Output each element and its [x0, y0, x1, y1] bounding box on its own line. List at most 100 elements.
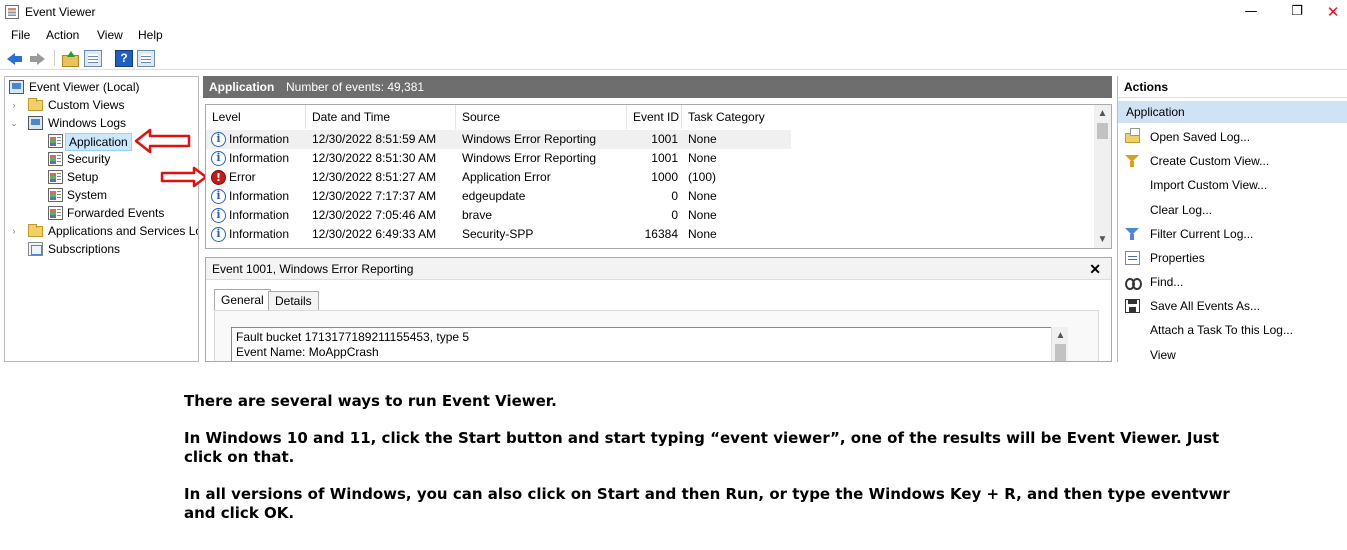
tab-general[interactable]: General [214, 289, 271, 310]
table-row[interactable]: i Information 12/30/2022 8:51:59 AM Wind… [206, 130, 791, 149]
date-cell: 12/30/2022 7:17:37 AM [312, 189, 437, 203]
action-open-saved-log[interactable]: Open Saved Log... [1118, 126, 1347, 148]
properties-icon[interactable] [84, 50, 102, 67]
minimize-button[interactable]: — [1228, 2, 1274, 22]
actions-pane: Actions Application Open Saved Log... Cr… [1117, 76, 1347, 362]
properties-icon [1125, 251, 1140, 265]
help-icon[interactable]: ? [115, 50, 133, 67]
window-title: Event Viewer [25, 5, 96, 19]
menu-help[interactable]: Help [138, 28, 163, 42]
events-scrollbar[interactable]: ▲ ▼ [1094, 105, 1111, 248]
table-row[interactable]: i Information 12/30/2022 8:51:30 AM Wind… [206, 149, 791, 168]
table-row[interactable]: i Information 12/30/2022 7:17:37 AM edge… [206, 187, 791, 206]
information-icon: i [211, 189, 226, 204]
back-arrow-icon[interactable] [6, 50, 24, 67]
action-create-custom-view[interactable]: Create Custom View... [1118, 150, 1347, 172]
log-title: Application [209, 80, 275, 94]
table-row[interactable]: i Information 12/30/2022 7:05:46 AM brav… [206, 206, 791, 225]
description-scrollbar[interactable]: ▲ [1051, 327, 1069, 361]
source-cell: Windows Error Reporting [462, 151, 597, 165]
source-cell: brave [462, 208, 493, 222]
scroll-up-icon[interactable]: ▲ [1052, 327, 1069, 344]
column-header-event-id[interactable]: Event ID [627, 105, 682, 129]
column-header-level[interactable]: Level [206, 105, 306, 129]
action-attach-task[interactable]: Attach a Task To this Log... [1118, 319, 1347, 341]
task-cell: (100) [688, 170, 717, 184]
events-table: Level Date and Time Source Event ID Task… [205, 104, 1112, 249]
date-cell: 12/30/2022 7:05:46 AM [312, 208, 437, 222]
show-hide-pane-icon[interactable] [137, 50, 155, 67]
open-folder-icon [1125, 128, 1140, 143]
column-header-task-category[interactable]: Task Category [682, 105, 791, 129]
event-viewer-window: Event Viewer — ❐ ✕ File Action View Help… [0, 0, 1347, 362]
folder-up-icon[interactable] [61, 50, 79, 67]
log-icon [48, 206, 63, 220]
tree-label-selected: Application [65, 133, 132, 151]
level-cell: Information [229, 227, 290, 241]
action-view[interactable]: View [1118, 344, 1347, 362]
description-line: Event Name: MoAppCrash [236, 345, 379, 359]
action-label: Properties [1150, 251, 1205, 265]
scroll-down-icon[interactable]: ▼ [1094, 231, 1111, 248]
maximize-button[interactable]: ❐ [1274, 2, 1320, 22]
action-filter-current-log[interactable]: Filter Current Log... [1118, 223, 1347, 245]
save-icon [1125, 299, 1140, 313]
chevron-right-icon[interactable]: › [9, 222, 19, 240]
menu-action[interactable]: Action [46, 28, 79, 42]
scroll-thumb[interactable] [1097, 123, 1108, 139]
event-count: Number of events: 49,381 [286, 80, 425, 94]
date-cell: 12/30/2022 8:51:27 AM [312, 170, 437, 184]
event-viewer-app-icon [5, 5, 19, 19]
actions-section-application[interactable]: Application [1118, 101, 1347, 123]
chevron-down-icon[interactable]: ⌄ [9, 114, 19, 132]
table-row[interactable]: i Information 12/30/2022 6:49:33 AM Secu… [206, 225, 791, 244]
menu-view[interactable]: View [97, 28, 123, 42]
source-cell: Windows Error Reporting [462, 132, 597, 146]
level-cell: Error [229, 170, 256, 184]
action-find[interactable]: Find... [1118, 271, 1347, 293]
scroll-thumb[interactable] [1055, 344, 1066, 361]
tab-details[interactable]: Details [268, 291, 319, 310]
event-id-cell: 16384 [644, 227, 678, 241]
action-save-all-events[interactable]: Save All Events As... [1118, 295, 1347, 317]
action-import-custom-view[interactable]: Import Custom View... [1118, 174, 1347, 196]
instruction-paragraph: In all versions of Windows, you can also… [184, 485, 1230, 522]
tree-label: Applications and Services Lo [48, 224, 199, 238]
action-label: View [1150, 348, 1176, 362]
action-properties[interactable]: Properties [1118, 247, 1347, 269]
detail-header: Event 1001, Windows Error Reporting ✕ [206, 258, 1111, 280]
column-header-source[interactable]: Source [456, 105, 627, 129]
level-cell: Information [229, 189, 290, 203]
title-bar[interactable]: Event Viewer — ❐ ✕ [0, 0, 1347, 24]
red-annotation-arrow-left-icon [134, 128, 191, 154]
tree-label: Custom Views [48, 98, 125, 112]
tree-label: System [67, 188, 108, 202]
action-clear-log[interactable]: Clear Log... [1118, 199, 1347, 221]
description-line: Fault bucket 1713177189211155453, type 5 [236, 330, 470, 344]
information-icon: i [211, 208, 226, 223]
action-label: Attach a Task To this Log... [1150, 323, 1293, 337]
event-description[interactable]: Fault bucket 1713177189211155453, type 5… [231, 327, 1067, 361]
folder-icon [28, 98, 43, 111]
menu-file[interactable]: File [11, 28, 30, 42]
actions-title: Actions [1118, 76, 1347, 98]
filter-icon [1125, 227, 1140, 241]
source-cell: Security-SPP [462, 227, 534, 241]
general-panel: Fault bucket 1713177189211155453, type 5… [214, 310, 1099, 361]
forward-arrow-icon[interactable] [28, 50, 46, 67]
close-icon[interactable]: ✕ [1089, 258, 1101, 280]
column-header-date[interactable]: Date and Time [306, 105, 456, 129]
log-icon [48, 170, 63, 184]
action-label: Save All Events As... [1150, 299, 1261, 313]
action-label: Open Saved Log... [1150, 130, 1251, 144]
task-cell: None [688, 132, 717, 146]
instructions-text: There are several ways to run Event View… [184, 392, 1244, 541]
toolbar: ? [0, 46, 1347, 70]
scroll-up-icon[interactable]: ▲ [1094, 105, 1111, 122]
center-pane: Application Number of events: 49,381 Lev… [203, 76, 1112, 362]
table-row[interactable]: ! Error 12/30/2022 8:51:27 AM Applicatio… [206, 168, 791, 187]
close-button[interactable]: ✕ [1319, 2, 1347, 22]
chevron-right-icon[interactable]: › [9, 96, 19, 114]
action-label: Clear Log... [1150, 203, 1213, 217]
task-cell: None [688, 208, 717, 222]
